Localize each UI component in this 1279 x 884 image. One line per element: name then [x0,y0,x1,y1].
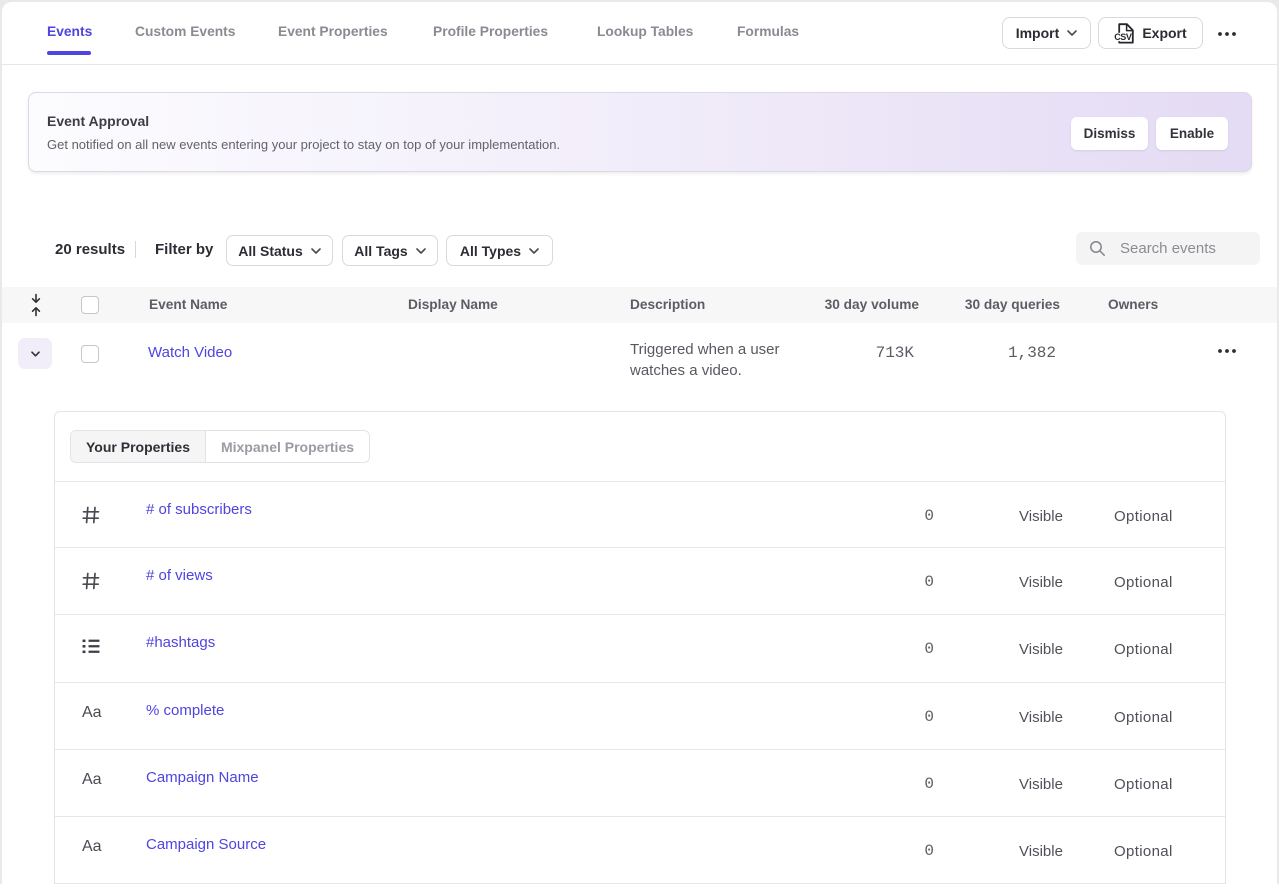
svg-text:CSV: CSV [1115,32,1133,42]
